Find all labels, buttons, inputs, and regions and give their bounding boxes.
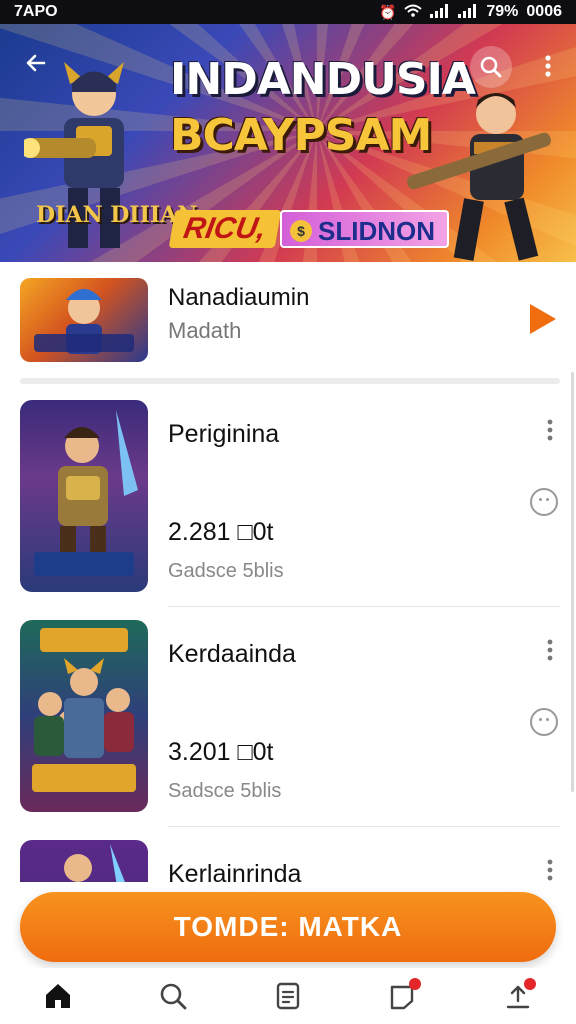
scrollbar[interactable] — [571, 372, 574, 792]
bottom-navigation — [0, 968, 576, 1024]
play-button[interactable] — [528, 302, 558, 336]
alarm-icon: ⏰ — [378, 3, 397, 20]
section-divider — [20, 378, 560, 384]
content-list[interactable]: Nanadiaumin Madath Periginina 2.281 □0t … — [0, 262, 576, 882]
nav-inbox[interactable] — [379, 974, 427, 1018]
notification-badge — [409, 978, 422, 990]
game-count: 3.201 □0t — [168, 738, 274, 766]
notes-icon — [276, 982, 300, 1010]
thumbnail-art — [34, 289, 134, 354]
banner-badge-right: $ SLIDNON — [280, 210, 449, 248]
search-button[interactable] — [470, 46, 512, 88]
game-thumbnail — [20, 400, 148, 592]
search-icon — [160, 983, 187, 1010]
signal-icon-2 — [458, 3, 478, 21]
game-meta: Sadsce 5blis — [168, 780, 282, 802]
game-thumbnail — [20, 620, 148, 812]
back-button[interactable] — [18, 48, 54, 84]
more-options-button[interactable] — [534, 48, 562, 88]
hero-banner[interactable]: DIAN DIIIAN INDANDUSIA BCAYPSAM RICU, $ … — [0, 24, 576, 262]
game-title: Kerdaainda — [168, 640, 296, 668]
nav-upload[interactable] — [494, 974, 542, 1018]
game-card[interactable]: Kerdaainda 3.201 □0t Sadsce 5blis — [0, 620, 576, 840]
nav-search[interactable] — [149, 974, 197, 1018]
card-more-button[interactable] — [540, 638, 560, 670]
reaction-icon[interactable] — [530, 488, 558, 516]
game-title: Periginina — [168, 420, 280, 448]
coin-icon: $ — [290, 220, 312, 242]
thumbnail-art — [34, 410, 138, 576]
list-thumbnail — [20, 278, 148, 362]
reaction-icon[interactable] — [530, 708, 558, 736]
status-icons: ⏰ 79% 0006 — [379, 3, 562, 21]
more-vertical-icon — [547, 639, 553, 661]
battery-percent: 79% — [486, 3, 519, 20]
notification-badge — [524, 978, 537, 990]
banner-badge-right-label: SLIDNON — [318, 216, 435, 246]
play-icon — [530, 304, 556, 334]
signal-icon — [430, 3, 450, 21]
game-card[interactable]: Kerlainrinda — [0, 840, 576, 882]
card-more-button[interactable] — [540, 858, 560, 882]
nav-home[interactable] — [34, 974, 82, 1018]
thumbnail-art — [64, 844, 125, 882]
search-icon — [480, 56, 502, 78]
banner-subtitle: BCAYPSAM — [170, 110, 432, 161]
game-meta: Gadsce 5blis — [168, 560, 284, 582]
game-thumbnail — [20, 840, 148, 882]
card-more-button[interactable] — [540, 418, 560, 450]
banner-badge-left: RICU, — [168, 210, 282, 248]
wifi-icon — [404, 4, 423, 21]
banner-title: INDANDUSIA — [170, 54, 476, 105]
nav-notes[interactable] — [264, 974, 312, 1018]
more-vertical-icon — [547, 859, 553, 881]
thumbnail-art — [32, 628, 136, 792]
primary-cta-button[interactable]: TOMDE: MATKA — [20, 892, 556, 962]
status-extra: 0006 — [526, 3, 562, 20]
status-time: 7APO — [14, 3, 58, 20]
back-arrow-icon — [26, 54, 46, 72]
list-item-compact[interactable]: Nanadiaumin Madath — [0, 262, 576, 374]
more-vertical-icon — [547, 419, 553, 441]
game-card[interactable]: Periginina 2.281 □0t Gadsce 5blis — [0, 400, 576, 620]
home-icon — [45, 984, 70, 1008]
card-divider — [168, 826, 560, 827]
list-item-title: Nanadiaumin — [168, 284, 310, 311]
status-bar: 7APO ⏰ 79% 0006 — [0, 0, 576, 24]
more-vertical-icon — [545, 55, 551, 77]
game-title: Kerlainrinda — [168, 860, 302, 882]
game-count: 2.281 □0t — [168, 518, 274, 546]
list-item-subtitle: Madath — [168, 318, 242, 343]
card-divider — [168, 606, 560, 607]
